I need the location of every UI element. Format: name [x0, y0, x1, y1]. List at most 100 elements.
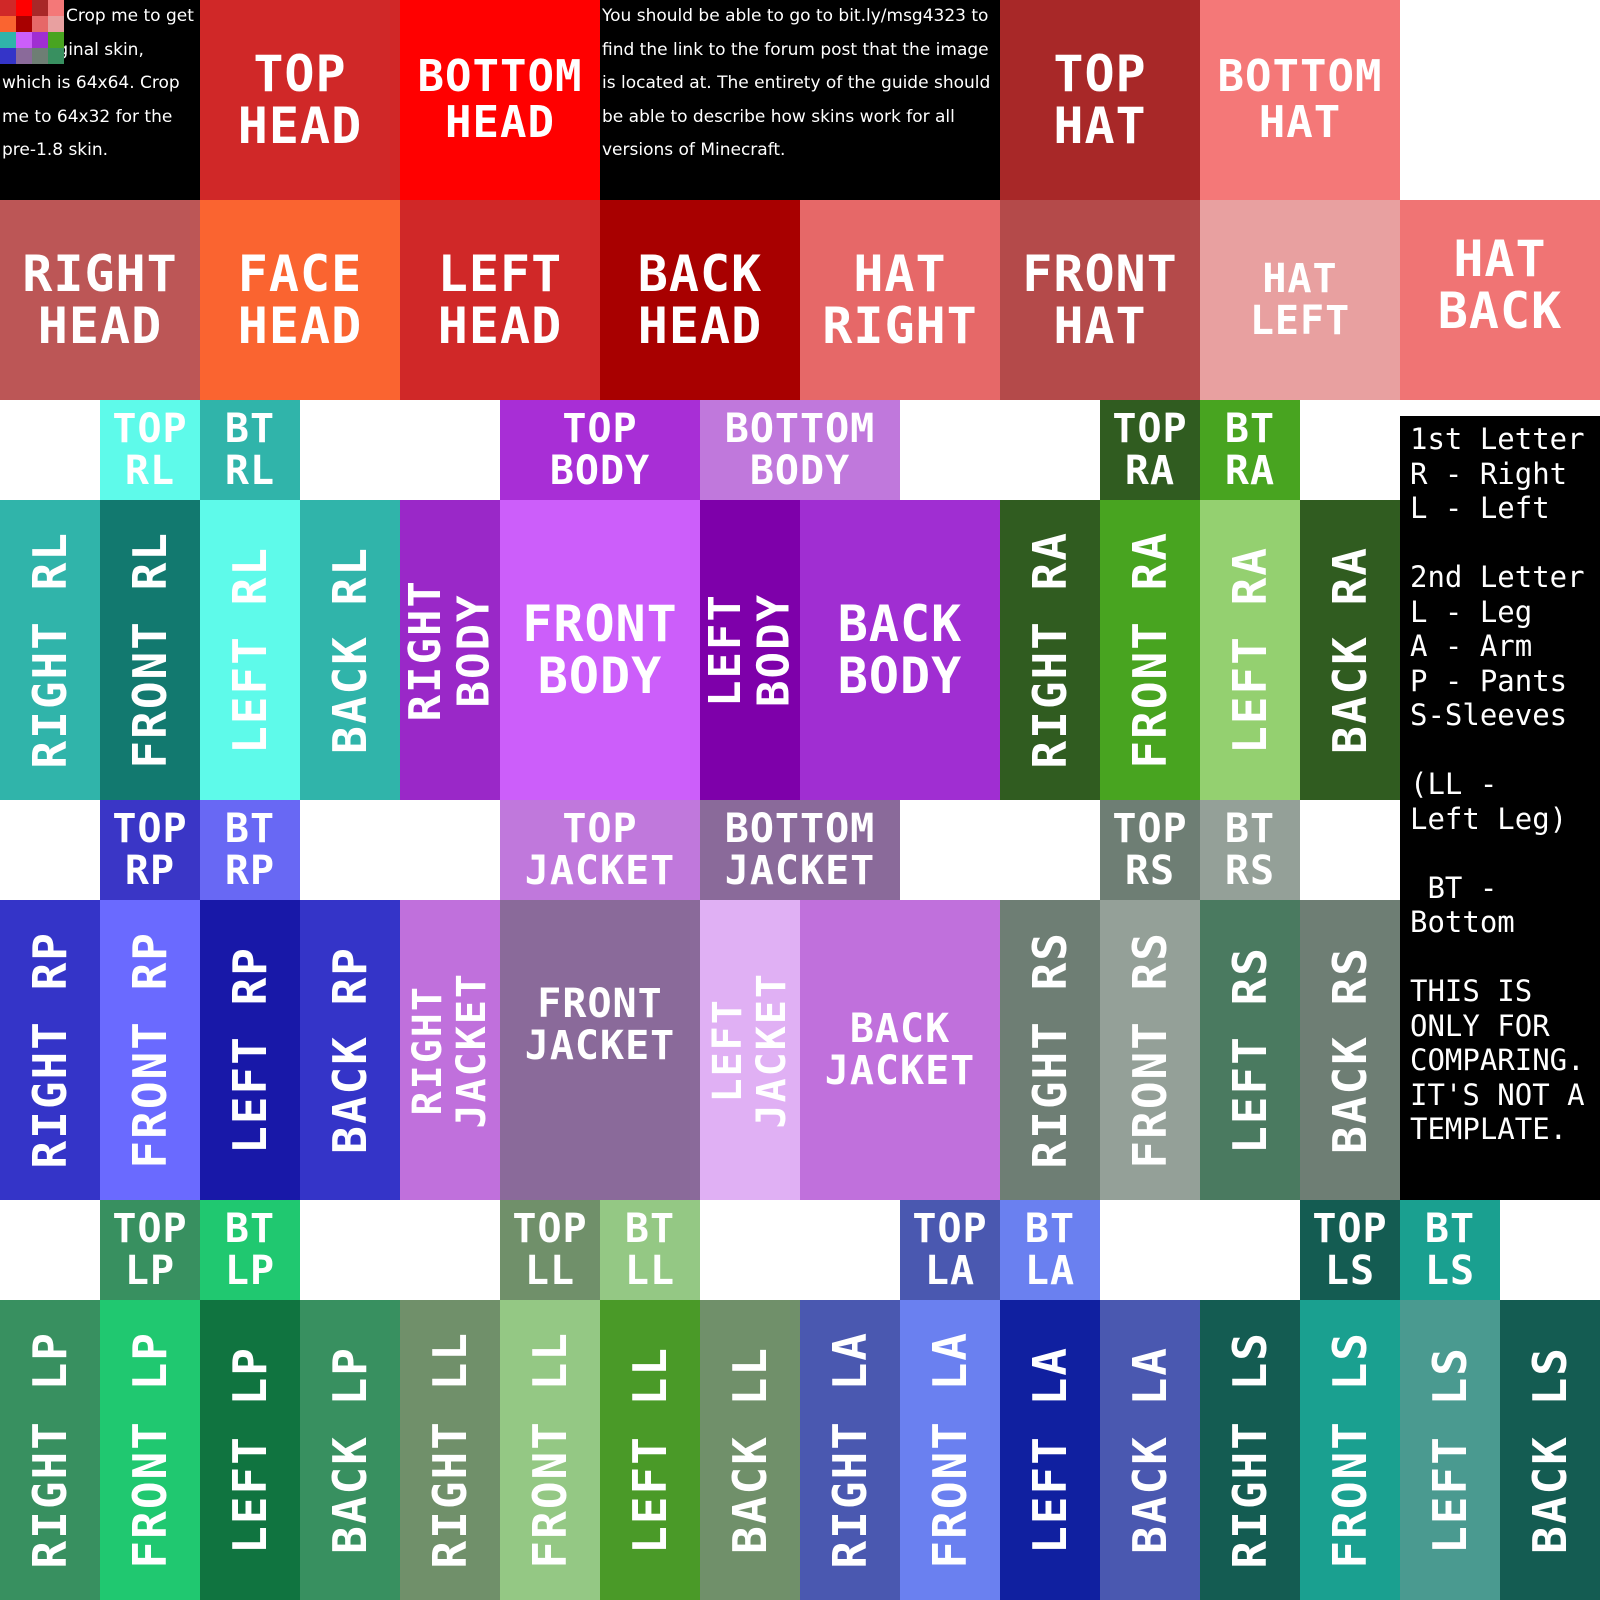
region-label: BOTTOM HEAD	[417, 50, 583, 148]
region-right-head: RIGHT HEAD	[0, 200, 200, 400]
region-label: FRONT LL	[522, 1331, 577, 1569]
region-right-rl: RIGHT RL	[0, 500, 100, 800]
region-label: FRONT RL	[122, 531, 177, 769]
region-left-rs: LEFT RS	[1200, 900, 1300, 1200]
region-label: LEFT RP	[222, 946, 277, 1154]
region-label: BACK LA	[1122, 1346, 1177, 1554]
region-label: LEFT RS	[1222, 946, 1277, 1154]
region-right-ra: RIGHT RA	[1000, 500, 1100, 800]
region-label: BACK BODY	[837, 594, 963, 705]
region-top-la: TOP LA	[900, 1200, 1000, 1300]
region-back-la: BACK LA	[1100, 1300, 1200, 1600]
region-front-lp: FRONT LP	[100, 1300, 200, 1600]
region-label: LEFT RA	[1222, 546, 1277, 754]
region-face-head: FACE HEAD	[200, 200, 400, 400]
region-front-ra: FRONT RA	[1100, 500, 1200, 800]
region-label: BT LL	[624, 1206, 676, 1294]
region-label: BT RA	[1224, 406, 1276, 494]
region-label: TOP LL	[512, 1206, 588, 1294]
region-label: RIGHT RL	[22, 531, 77, 769]
region-bt-rp: BT RP	[200, 800, 300, 900]
region-label: RIGHT LA	[822, 1331, 877, 1569]
link-note: You should be able to go to bit.ly/msg43…	[600, 0, 1000, 200]
region-label: RIGHT LS	[1222, 1331, 1277, 1569]
region-bottom-jacket: BOTTOM JACKET	[700, 800, 900, 900]
region-label: FRONT LP	[122, 1331, 177, 1569]
region-right-ll: RIGHT LL	[400, 1300, 500, 1600]
region-bottom-head: BOTTOM HEAD	[400, 0, 600, 200]
region-bt-ls: BT LS	[1400, 1200, 1500, 1300]
region-top-hat: TOP HAT	[1000, 0, 1200, 200]
region-label: FRONT LA	[922, 1331, 977, 1569]
skin-thumbnail-icon	[0, 0, 64, 64]
region-bt-la: BT LA	[1000, 1200, 1100, 1300]
region-label: BT RS	[1224, 806, 1276, 894]
region-label: TOP BODY	[549, 406, 651, 494]
region-label: FACE HEAD	[237, 244, 363, 355]
region-label: HAT BACK	[1437, 229, 1563, 340]
region-label: BT RP	[224, 806, 276, 894]
region-label: FRONT JACKET	[524, 981, 676, 1069]
region-front-hat: FRONT HAT	[1000, 200, 1200, 400]
region-label: TOP RP	[112, 806, 188, 894]
region-label: TOP RA	[1112, 406, 1188, 494]
region-label: LEFT HEAD	[437, 244, 563, 355]
region-label: BACK JACKET	[824, 1006, 976, 1094]
region-label: BACK LP	[322, 1346, 377, 1554]
region-back-head: BACK HEAD	[600, 200, 800, 400]
region-label: BACK HEAD	[637, 244, 763, 355]
region-left-body: LEFT BODY	[700, 500, 800, 800]
region-label: RIGHT RS	[1022, 931, 1077, 1169]
region-label: TOP HEAD	[237, 44, 363, 155]
region-back-jacket: BACK JACKET	[800, 900, 1000, 1200]
region-top-rl: TOP RL	[100, 400, 200, 500]
region-left-lp: LEFT LP	[200, 1300, 300, 1600]
region-bottom-body: BOTTOM BODY	[700, 400, 900, 500]
region-left-ls: LEFT LS	[1400, 1300, 1500, 1600]
region-label: HAT LEFT	[1249, 256, 1351, 344]
region-back-rs: BACK RS	[1300, 900, 1400, 1200]
region-label: HAT RIGHT	[822, 244, 978, 355]
region-label: BACK LL	[722, 1346, 777, 1554]
region-label: LEFT LA	[1022, 1346, 1077, 1554]
skin-layout-map: Crop me to get the original skin, which …	[0, 0, 1600, 1600]
region-label: LEFT LL	[622, 1346, 677, 1554]
region-top-ll: TOP LL	[500, 1200, 600, 1300]
region-left-ra: LEFT RA	[1200, 500, 1300, 800]
region-label: RIGHT BODY	[400, 578, 499, 722]
region-label: TOP RS	[1112, 806, 1188, 894]
region-label: BACK LS	[1522, 1346, 1577, 1554]
region-left-jacket: LEFT JACKET	[700, 900, 800, 1200]
region-label: RIGHT RA	[1022, 531, 1077, 769]
region-top-body: TOP BODY	[500, 400, 700, 500]
region-right-lp: RIGHT LP	[0, 1300, 100, 1600]
region-label: FRONT LS	[1322, 1331, 1377, 1569]
region-label: LEFT RL	[222, 546, 277, 754]
region-label: BT LA	[1024, 1206, 1076, 1294]
region-label: RIGHT HEAD	[22, 244, 178, 355]
legend-panel: 1st Letter R - Right L - Left 2nd Letter…	[1400, 416, 1600, 1200]
region-bt-rs: BT RS	[1200, 800, 1300, 900]
region-label: FRONT BODY	[522, 594, 678, 705]
region-label: LEFT LS	[1422, 1346, 1477, 1554]
region-back-ls: BACK LS	[1500, 1300, 1600, 1600]
region-front-jacket: FRONT JACKET	[500, 900, 700, 1200]
region-label: BT LS	[1424, 1206, 1476, 1294]
region-left-rl: LEFT RL	[200, 500, 300, 800]
region-back-rp: BACK RP	[300, 900, 400, 1200]
region-top-head: TOP HEAD	[200, 0, 400, 200]
region-left-la: LEFT LA	[1000, 1300, 1100, 1600]
region-label: BOTTOM JACKET	[724, 806, 876, 894]
legend-text: 1st Letter R - Right L - Left 2nd Letter…	[1410, 422, 1585, 1146]
region-front-rs: FRONT RS	[1100, 900, 1200, 1200]
region-front-la: FRONT LA	[900, 1300, 1000, 1600]
region-bt-ra: BT RA	[1200, 400, 1300, 500]
region-back-ra: BACK RA	[1300, 500, 1400, 800]
region-left-ll: LEFT LL	[600, 1300, 700, 1600]
region-top-rs: TOP RS	[1100, 800, 1200, 900]
region-label: FRONT RA	[1122, 531, 1177, 769]
region-bt-lp: BT LP	[200, 1200, 300, 1300]
region-label: TOP HAT	[1053, 44, 1147, 155]
region-label: BACK RL	[322, 546, 377, 754]
region-left-rp: LEFT RP	[200, 900, 300, 1200]
